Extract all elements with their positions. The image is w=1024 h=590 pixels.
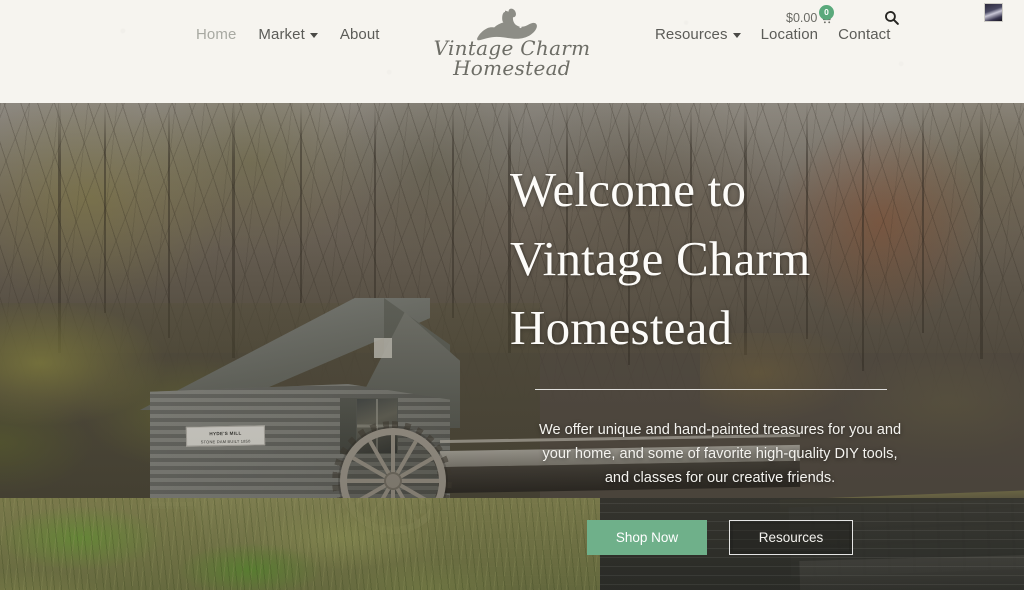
hero-title-line-3: Homestead	[510, 300, 733, 355]
hero-content: Welcome to Vintage Charm Homestead We of…	[510, 155, 930, 555]
cart-widget[interactable]: $0.00 0	[786, 5, 834, 25]
nav-item-about-label: About	[339, 26, 380, 43]
hero-section: HYDE'S MILL STONE DAM BUILT 1850 Welcome…	[0, 103, 1024, 590]
nav-item-resources[interactable]: Resources	[655, 26, 741, 43]
nav-item-contact-label: Contact	[838, 26, 891, 43]
site-logo-line2: Homestead	[453, 56, 571, 81]
site-logo[interactable]: Vintage Charm Homestead	[422, 8, 602, 79]
nav-item-location[interactable]: Location	[761, 26, 819, 43]
nav-item-home-label: Home	[196, 26, 237, 43]
cart-total-amount: $0.00	[786, 11, 818, 25]
hero-title: Welcome to Vintage Charm Homestead	[510, 155, 930, 362]
site-logo-text: Vintage Charm Homestead	[422, 38, 602, 79]
nav-item-home[interactable]: Home	[196, 26, 236, 43]
primary-navigation-right: Resources Location Contact	[655, 26, 891, 43]
user-avatar[interactable]	[984, 3, 1003, 22]
hero-divider	[535, 389, 887, 390]
nav-item-contact[interactable]: Contact	[838, 26, 890, 43]
hero-subtitle: We offer unique and hand-painted treasur…	[538, 422, 902, 486]
hero-title-line-2: Vintage Charm	[510, 231, 811, 286]
site-header: Home Market About Vintage Charm Homestea…	[0, 0, 1024, 103]
site-logo-line1: Vintage Charm	[433, 36, 591, 60]
search-button[interactable]	[883, 9, 900, 26]
primary-navigation-left: Home Market About	[196, 26, 380, 43]
resources-button[interactable]: Resources	[729, 520, 853, 555]
hero-title-line-1: Welcome to	[510, 162, 747, 217]
chevron-down-icon	[309, 33, 318, 38]
nav-item-market-label: Market	[258, 26, 305, 43]
nav-item-market[interactable]: Market	[258, 26, 318, 43]
chevron-down-icon	[732, 33, 741, 38]
nav-item-about[interactable]: About	[340, 26, 380, 43]
search-icon	[885, 11, 899, 25]
cart-item-count-badge: 0	[819, 5, 834, 20]
hero-button-group: Shop Now Resources	[510, 520, 930, 555]
nav-item-resources-label: Resources	[655, 26, 728, 43]
nav-item-location-label: Location	[760, 26, 819, 43]
shop-now-button[interactable]: Shop Now	[587, 520, 707, 555]
